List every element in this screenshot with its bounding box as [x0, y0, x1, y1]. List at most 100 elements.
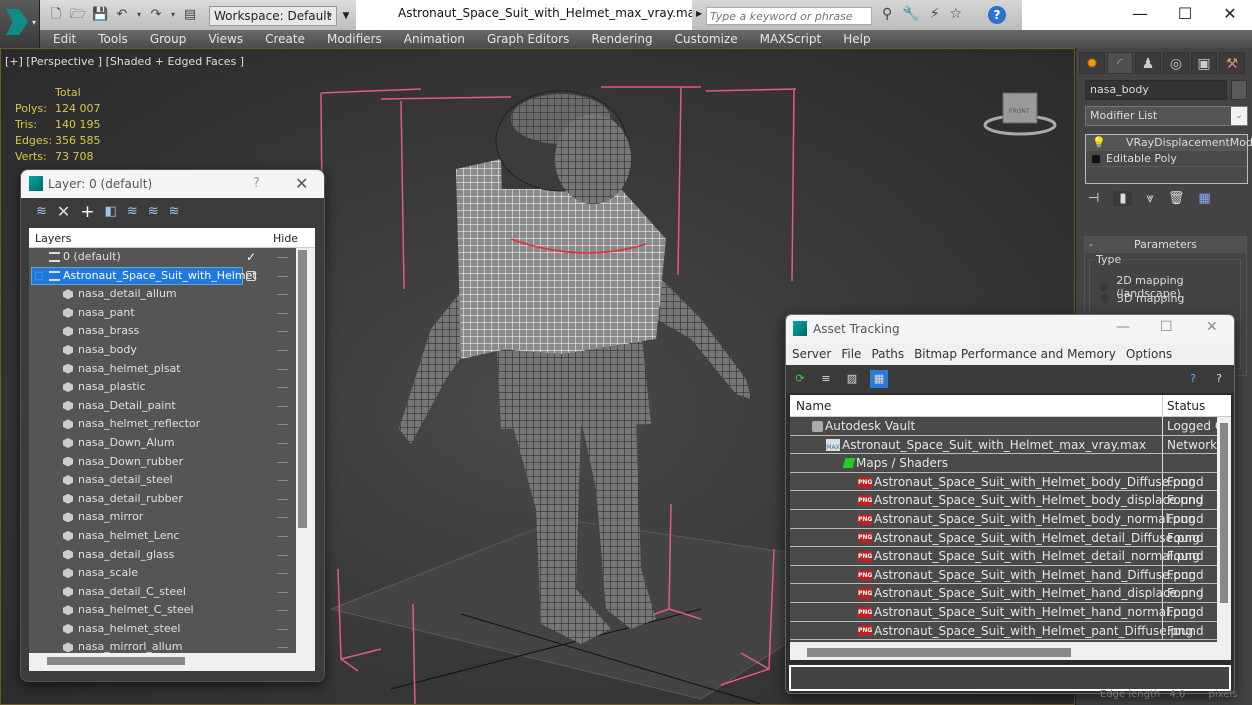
- remove-modifier-icon[interactable]: 🗑: [1168, 191, 1185, 206]
- menu-modifiers[interactable]: Modifiers: [327, 30, 382, 48]
- menu-server[interactable]: Server: [792, 343, 831, 365]
- vertical-scrollbar[interactable]: [1220, 423, 1228, 603]
- viewcube[interactable]: FRONT: [983, 87, 1057, 137]
- collapse-icon[interactable]: [35, 271, 43, 280]
- layer-object-row[interactable]: nasa_detail_C_steel: [29, 583, 296, 602]
- list-view-icon[interactable]: ≡: [817, 370, 835, 388]
- layer-object-row[interactable]: nasa_plastic: [29, 378, 296, 397]
- undo-dropdown-icon[interactable]: ▾: [136, 7, 142, 23]
- hide-toggle[interactable]: [277, 294, 288, 296]
- horizontal-scrollbar[interactable]: [807, 648, 1071, 657]
- help-icon[interactable]: ?: [1184, 370, 1202, 388]
- expand-plus-icon[interactable]: [1092, 155, 1100, 163]
- hide-toggle[interactable]: [277, 257, 288, 258]
- stack-item-editable-poly[interactable]: Editable Poly: [1086, 151, 1247, 167]
- hide-toggle[interactable]: [277, 461, 288, 463]
- hide-toggle[interactable]: [277, 628, 288, 630]
- minimize-button[interactable]: —: [1125, 4, 1155, 23]
- menu-create[interactable]: Create: [265, 30, 305, 48]
- add-layer-icon[interactable]: +: [80, 202, 94, 222]
- hide-toggle[interactable]: [277, 442, 288, 444]
- delete-layer-icon[interactable]: ✕: [57, 202, 70, 221]
- menu-edit[interactable]: Edit: [53, 30, 76, 48]
- app-menu-button[interactable]: ▾: [0, 0, 40, 48]
- hide-toggle[interactable]: [277, 331, 288, 333]
- asset-row[interactable]: PNG Astronaut_Space_Suit_with_Helmet_pant…: [790, 621, 1217, 641]
- minimize-button[interactable]: —: [1116, 319, 1130, 335]
- hide-toggle[interactable]: [277, 387, 288, 389]
- asset-row[interactable]: PNG Astronaut_Space_Suit_with_Helmet_hand…: [790, 584, 1217, 603]
- hide-toggle[interactable]: [277, 498, 288, 500]
- create-tab-icon[interactable]: ✹: [1079, 52, 1105, 74]
- parameters-header[interactable]: - Parameters: [1085, 237, 1246, 253]
- set-current-layer-icon[interactable]: ≋: [36, 204, 47, 219]
- redo-icon[interactable]: ↷: [148, 7, 164, 23]
- help-button[interactable]: ?: [253, 176, 260, 191]
- close-button[interactable]: ✕: [1206, 319, 1218, 335]
- workspace-more-button[interactable]: ▼: [339, 6, 353, 26]
- lightbulb-icon[interactable]: 💡: [1092, 135, 1106, 151]
- layer-object-row[interactable]: nasa_mirrorl_allum: [29, 638, 296, 653]
- open-folder-icon[interactable]: 🗁: [70, 7, 86, 23]
- hide-toggle[interactable]: [277, 405, 288, 407]
- hide-toggle[interactable]: [277, 610, 288, 612]
- vertical-scrollbar[interactable]: [298, 250, 307, 528]
- close-button[interactable]: ✕: [1215, 4, 1245, 23]
- menu-tools[interactable]: Tools: [98, 30, 128, 48]
- asset-row[interactable]: PNG Astronaut_Space_Suit_with_Helmet_body…: [790, 472, 1217, 492]
- layer-object-row[interactable]: nasa_detail_glass: [29, 546, 296, 565]
- layer-object-row[interactable]: nasa_pant: [29, 304, 296, 323]
- refresh-icon[interactable]: ⟳: [791, 370, 809, 388]
- hide-toggle[interactable]: [277, 647, 288, 649]
- menu-help[interactable]: Help: [843, 30, 870, 48]
- select-layer-icon[interactable]: ≋: [127, 204, 138, 219]
- workspace-dropdown[interactable]: Workspace: Default ▾: [209, 6, 337, 26]
- hide-toggle[interactable]: [277, 573, 288, 575]
- asset-row[interactable]: PNG Astronaut_Space_Suit_with_Helmet_body…: [790, 509, 1217, 529]
- layer-object-row[interactable]: nasa_helmet_steel: [29, 620, 296, 639]
- maximize-button[interactable]: ☐: [1160, 319, 1173, 335]
- binoculars-icon[interactable]: ⚲: [882, 6, 892, 22]
- object-color-swatch[interactable]: [1231, 80, 1247, 100]
- layer-row-default[interactable]: 0 (default) ✓: [29, 248, 296, 267]
- highlight-layer-icon[interactable]: ≋: [148, 204, 159, 219]
- edge-length-value[interactable]: 4.0: [1169, 689, 1185, 700]
- layer-object-row[interactable]: nasa_mirror: [29, 508, 296, 527]
- layer-object-row[interactable]: nasa_helmet_Lenc: [29, 527, 296, 546]
- wrench-icon[interactable]: 🔧: [902, 6, 919, 22]
- radio-button[interactable]: [1100, 294, 1109, 303]
- hide-toggle[interactable]: [277, 591, 288, 593]
- hide-toggle[interactable]: [277, 349, 288, 351]
- layer-object-row[interactable]: nasa_detail_allum: [29, 285, 296, 304]
- menu-views[interactable]: Views: [208, 30, 243, 48]
- menu-rendering[interactable]: Rendering: [591, 30, 652, 48]
- layer-object-row[interactable]: nasa_detail_rubber: [29, 490, 296, 509]
- make-unique-icon[interactable]: ⩔: [1146, 191, 1153, 206]
- modifier-list-dropdown[interactable]: Modifier List ⌄: [1085, 106, 1248, 126]
- asset-row[interactable]: PNG Astronaut_Space_Suit_with_Helmet_body…: [790, 491, 1217, 510]
- column-separator[interactable]: [1162, 395, 1163, 417]
- column-status[interactable]: Status: [1167, 399, 1205, 413]
- column-name[interactable]: Name: [796, 399, 831, 413]
- menu-options[interactable]: Options: [1126, 343, 1172, 365]
- menu-maxscript[interactable]: MAXScript: [760, 30, 822, 48]
- menu-customize[interactable]: Customize: [675, 30, 738, 48]
- layer-object-row[interactable]: nasa_scale: [29, 564, 296, 583]
- asset-row[interactable]: PNG Astronaut_Space_Suit_with_Helmet_deta…: [790, 547, 1217, 566]
- layer-object-row[interactable]: nasa_brass: [29, 322, 296, 341]
- horizontal-scrollbar[interactable]: [47, 657, 185, 665]
- close-button[interactable]: ✕: [295, 174, 308, 193]
- hide-toggle[interactable]: [277, 535, 288, 537]
- layer-object-row[interactable]: nasa_Detail_paint: [29, 397, 296, 416]
- modify-tab-icon[interactable]: ◜: [1107, 52, 1133, 74]
- hide-toggle[interactable]: [277, 517, 288, 519]
- star-icon[interactable]: ☆: [950, 6, 963, 22]
- new-file-icon[interactable]: 🗋: [48, 7, 64, 23]
- thumbnail-view-icon[interactable]: ▨: [843, 370, 861, 388]
- layer-row-astronaut[interactable]: Astronaut_Space_Suit_with_Helmet: [29, 266, 296, 286]
- asset-row[interactable]: Maps / Shaders: [790, 454, 1217, 473]
- redo-dropdown-icon[interactable]: ▾: [170, 7, 176, 23]
- select-objects-icon[interactable]: ◧: [105, 204, 117, 219]
- hide-toggle[interactable]: [277, 424, 288, 426]
- column-hide[interactable]: Hide: [273, 232, 298, 245]
